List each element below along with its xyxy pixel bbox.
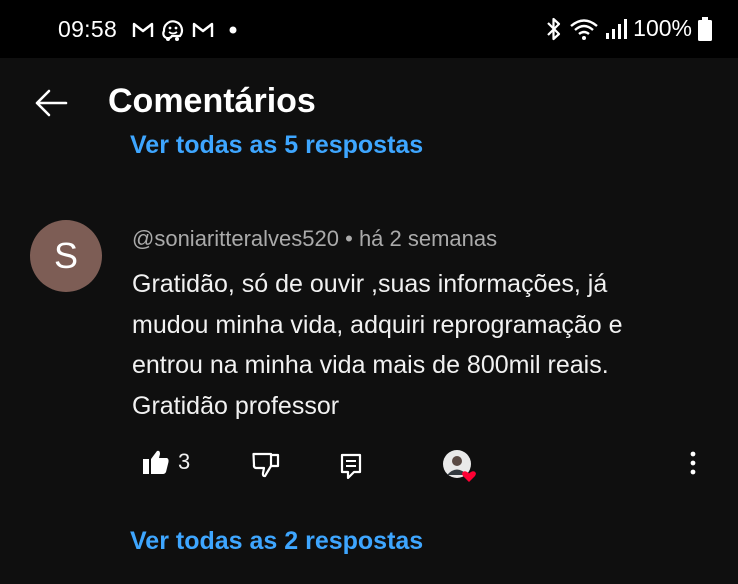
dot-icon (229, 26, 237, 34)
avatar-letter: S (53, 235, 78, 276)
battery-icon (698, 16, 712, 41)
status-bar: 09:58 100% (0, 0, 738, 58)
bluetooth-icon (547, 17, 561, 40)
gmail-icon (132, 22, 154, 37)
thumbs-up-icon (143, 450, 169, 474)
more-vert-icon (690, 451, 696, 475)
comment-time: há 2 semanas (358, 226, 498, 251)
view-replies-label: Ver todas as 5 respostas (130, 131, 424, 159)
comment-meta: @soniaritteralves520 • há 2 semanas (132, 226, 497, 252)
app-header: Comentários (0, 58, 738, 124)
page-title: Comentários (108, 82, 316, 120)
battery-percentage: 100% (633, 15, 692, 41)
creator-avatar-heart-icon (443, 450, 476, 482)
comment-line: entrou na minha vida mais de 800mil reai… (132, 351, 609, 379)
waze-icon (162, 20, 184, 41)
like-button[interactable]: 3 (142, 449, 190, 475)
comment-text: Gratidão, só de ouvir ,suas informações,… (132, 264, 702, 426)
system-icons: 100% (545, 15, 712, 42)
dislike-button[interactable] (252, 452, 280, 478)
reply-button[interactable] (340, 453, 362, 479)
back-arrow-icon (35, 89, 68, 117)
gmail-icon (192, 22, 214, 37)
creator-heart-badge (442, 449, 476, 483)
more-options-button[interactable] (680, 450, 706, 478)
notification-icons (132, 17, 240, 43)
wifi-icon (570, 18, 598, 40)
view-replies-link-previous[interactable]: Ver todas as 5 respostas (130, 124, 423, 160)
meta-separator: • (339, 226, 359, 251)
view-replies-link[interactable]: Ver todas as 2 respostas (130, 527, 423, 556)
reply-icon (340, 453, 362, 479)
back-button[interactable] (30, 82, 72, 124)
comment-line: Gratidão professor (132, 391, 340, 420)
status-time: 09:58 (58, 16, 118, 42)
like-count: 3 (178, 449, 191, 474)
thumbs-down-icon (252, 452, 280, 478)
comment-author[interactable]: @soniaritteralves520 (132, 226, 339, 251)
comment-line: Gratidão, só de ouvir ,suas informações,… (132, 270, 608, 298)
avatar[interactable]: S (30, 220, 102, 292)
signal-icon (606, 18, 628, 39)
comment-line: mudou minha vida, adquiri reprogramação … (132, 310, 623, 339)
